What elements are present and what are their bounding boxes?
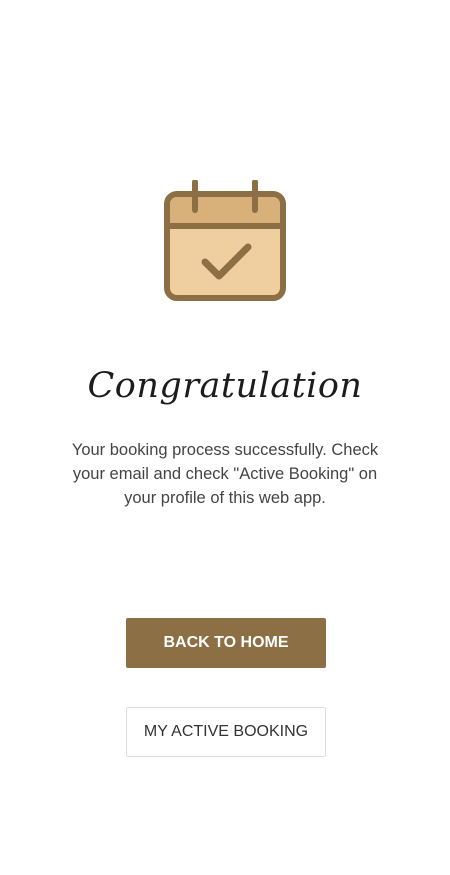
calendar-check-icon — [164, 180, 286, 301]
my-active-booking-button[interactable]: MY ACTIVE BOOKING — [126, 707, 326, 757]
confirmation-message: Your booking process successfully. Check… — [71, 441, 379, 507]
page-title: Congratulation — [87, 366, 363, 406]
booking-success-screen: Congratulation Your booking process succ… — [0, 0, 450, 875]
back-to-home-button[interactable]: BACK TO HOME — [126, 618, 326, 668]
